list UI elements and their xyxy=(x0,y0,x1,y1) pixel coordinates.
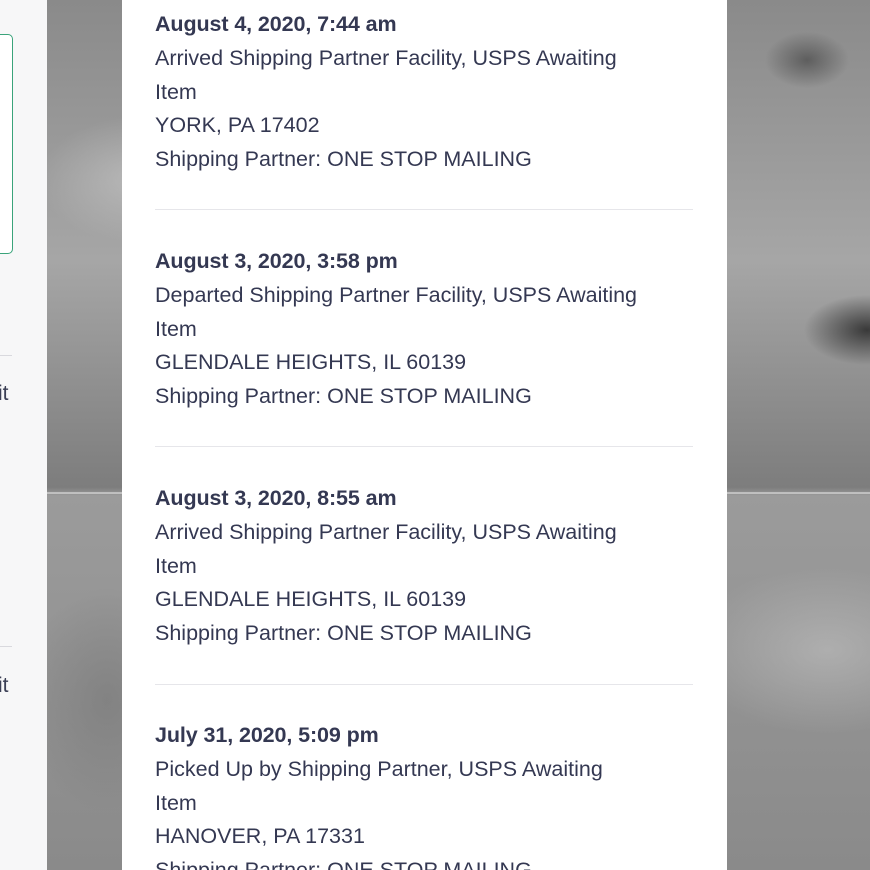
event-date: July 31, 2020, 5:09 pm xyxy=(155,723,379,747)
left-page-column: it it xyxy=(0,0,47,870)
event-date: August 3, 2020, 3:58 pm xyxy=(155,249,398,273)
tracking-event: August 4, 2020, 7:44 am Arrived Shipping… xyxy=(155,8,695,177)
event-location: GLENDALE HEIGHTS, IL 60139 xyxy=(155,350,467,375)
event-shipping-partner: Shipping Partner: ONE STOP MAILING xyxy=(155,147,532,172)
event-status-continued: Item xyxy=(155,553,197,578)
left-option-card[interactable] xyxy=(0,34,13,254)
left-text-fragment: it xyxy=(0,382,9,405)
tracking-event: August 3, 2020, 3:58 pm Departed Shippin… xyxy=(155,245,695,414)
event-shipping-partner: Shipping Partner: ONE STOP MAILING xyxy=(155,854,695,870)
left-divider xyxy=(0,646,12,647)
event-status-continued: Item xyxy=(155,790,197,815)
left-text-fragment: it xyxy=(0,674,9,697)
event-date: August 3, 2020, 8:55 am xyxy=(155,486,397,510)
event-shipping-partner: Shipping Partner: ONE STOP MAILING xyxy=(155,621,532,646)
tracking-event: July 31, 2020, 5:09 pm Picked Up by Ship… xyxy=(155,719,695,870)
page: it it August 4, 2020, 7:44 am Arrived Sh… xyxy=(0,0,870,870)
event-location: YORK, PA 17402 xyxy=(155,113,320,138)
tracking-history-panel[interactable]: August 4, 2020, 7:44 am Arrived Shipping… xyxy=(122,0,727,870)
left-divider xyxy=(0,355,12,356)
event-shipping-partner: Shipping Partner: ONE STOP MAILING xyxy=(155,384,532,409)
tracking-event: August 3, 2020, 8:55 am Arrived Shipping… xyxy=(155,482,695,651)
event-status: Arrived Shipping Partner Facility, USPS … xyxy=(155,45,617,70)
event-divider xyxy=(155,209,693,210)
event-location: GLENDALE HEIGHTS, IL 60139 xyxy=(155,587,467,612)
event-status: Departed Shipping Partner Facility, USPS… xyxy=(155,282,638,307)
event-status-continued: Item xyxy=(155,79,197,104)
event-date: August 4, 2020, 7:44 am xyxy=(155,12,397,36)
event-location: HANOVER, PA 17331 xyxy=(155,824,365,849)
event-divider xyxy=(155,684,693,685)
event-status-continued: Item xyxy=(155,316,197,341)
event-status: Arrived Shipping Partner Facility, USPS … xyxy=(155,519,617,544)
event-status: Picked Up by Shipping Partner, USPS Awai… xyxy=(155,756,603,781)
event-divider xyxy=(155,446,693,447)
